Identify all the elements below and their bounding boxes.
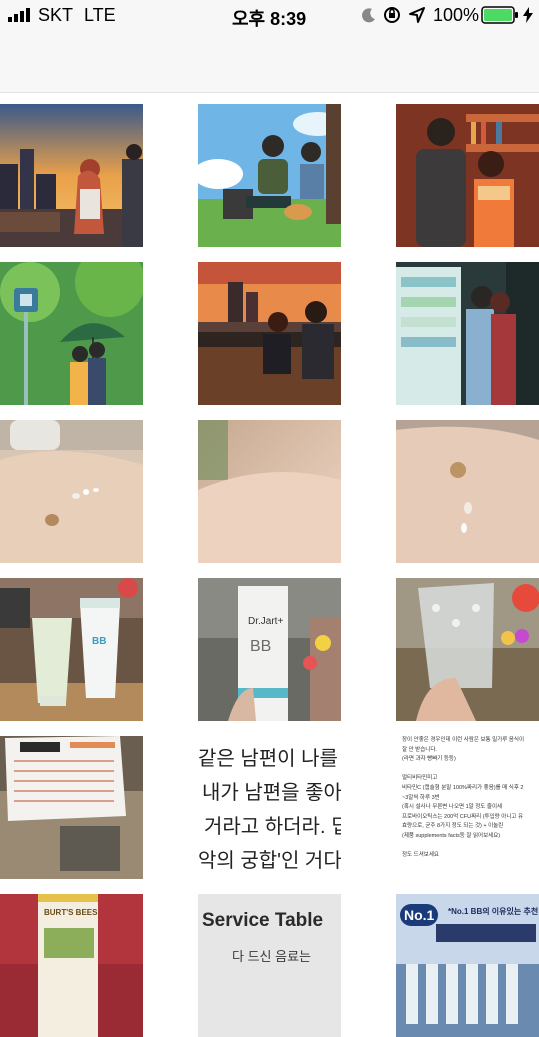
park-couple-illustration: [198, 104, 341, 247]
photo-tile[interactable]: [396, 104, 539, 247]
product-text-line: [402, 765, 524, 775]
photo-tile[interactable]: Dr.Jart+ BB: [198, 578, 341, 721]
drjart-bb-label: BB: [250, 638, 272, 655]
battery-percent: 100%: [433, 5, 480, 25]
service-table-subtitle: 다 드신 음료는: [232, 949, 311, 964]
korean-text-line: 거라고 하더라. 딥: [204, 816, 341, 838]
signal-icon: [8, 8, 30, 22]
city-sunset-illustration: [0, 104, 143, 247]
navigation-bar: [0, 30, 539, 93]
product-text-line: 프로바이오틱스는 200억 CFU짜리 (투입량 아니고 유: [402, 813, 524, 820]
product-text-line: 장이 안좋은 경우인데 이런 사람은 보통 밀가루 음식이: [402, 737, 525, 743]
parcel-label-photo: [0, 736, 143, 879]
status-bar: SKT LTE 오후 8:39 100%: [0, 0, 539, 30]
charging-bolt-icon: [523, 7, 533, 23]
product-text-block: 장이 안좋은 경우인데 이런 사람은 보통 밀가루 음식이잘 안 받습니다. (라…: [402, 736, 524, 861]
bookshelf-couple-illustration: [396, 104, 539, 247]
no1-badge: No.1: [400, 904, 439, 926]
carrier-label: SKT: [38, 5, 74, 25]
photo-tile[interactable]: [0, 262, 143, 405]
drjart-brand-label: Dr.Jart+: [248, 616, 284, 627]
product-text-line: 정도 드셔보세요: [402, 852, 439, 859]
photo-tile[interactable]: Service Table 다 드신 음료는: [198, 894, 341, 1037]
photo-tile[interactable]: 같은 남편이 나를 내가 남편을 좋아 거라고 하더라. 딥 악의 궁합'인 거…: [198, 736, 341, 879]
photo-tile[interactable]: [198, 420, 341, 563]
photo-tile[interactable]: BURT'S BEES: [0, 894, 143, 1037]
product-text-line: 멀티비타민미고: [402, 775, 438, 782]
train-couple-illustration: [198, 262, 341, 405]
bubble-wrap-tube-photo: [396, 578, 539, 721]
product-text-line: (제품 supplements facts등 잘 읽어보세요): [402, 832, 501, 839]
burts-bees-label: BURT'S BEES: [44, 908, 98, 917]
photo-tile[interactable]: [0, 104, 143, 247]
photo-tile[interactable]: [0, 736, 143, 879]
no1-headline: *No.1 BB의 이유있는 추천: [448, 907, 539, 916]
product-text-line: ~3알씩 하루 3번: [402, 794, 440, 801]
korean-text-line: 같은 남편이 나를: [198, 748, 338, 770]
blurred-skin-photo: [198, 420, 341, 563]
clock: 오후 8:39: [232, 9, 307, 29]
photo-tile[interactable]: [396, 262, 539, 405]
korean-text-line: 악의 궁합'인 거다: [198, 850, 341, 872]
photo-tile[interactable]: [396, 578, 539, 721]
rotation-lock-icon: [384, 7, 400, 23]
product-text-line: 효량으로, 균주 8가지 정도 되는 것) + 이눌린: [402, 823, 504, 830]
photo-tile[interactable]: [198, 262, 341, 405]
bb-tube-label: BB: [92, 636, 107, 647]
product-text-line: 비타민C (캡슐형 분말 100%짜리가 좋음)를 매 식후 2: [402, 784, 524, 791]
service-table-title: Service Table: [202, 910, 324, 931]
bb-cream-tubes-photo: [0, 578, 143, 721]
photo-tile[interactable]: [198, 104, 341, 247]
network-label: LTE: [84, 5, 116, 25]
umbrella-couple-illustration: [0, 262, 143, 405]
photo-tile[interactable]: [0, 420, 143, 563]
location-arrow-icon: [409, 7, 425, 23]
hand-swatch-photo-2: [396, 420, 539, 563]
vending-machine-kiss-illustration: [396, 262, 539, 405]
photo-tile[interactable]: BB: [0, 578, 143, 721]
korean-text-line: 내가 남편을 좋아: [202, 782, 341, 804]
product-text-line: [402, 842, 524, 852]
photo-tile[interactable]: No.1 *No.1 BB의 이유있는 추천: [396, 894, 539, 1037]
photo-tile[interactable]: 장이 안좋은 경우인데 이런 사람은 보통 밀가루 음식이잘 안 받습니다. (라…: [396, 736, 539, 879]
photo-tile[interactable]: [396, 420, 539, 563]
moon-icon: [362, 8, 375, 23]
battery-icon: [481, 6, 518, 24]
product-text-line: 잘 안 받습니다.: [402, 746, 437, 753]
hand-swatch-photo: [0, 420, 143, 563]
product-text-line: (라면 과자 빵빠기 등등): [402, 756, 456, 763]
product-text-line: (혹시 설사나 무른변 나오면 1알 정도 줄이세: [402, 804, 503, 811]
